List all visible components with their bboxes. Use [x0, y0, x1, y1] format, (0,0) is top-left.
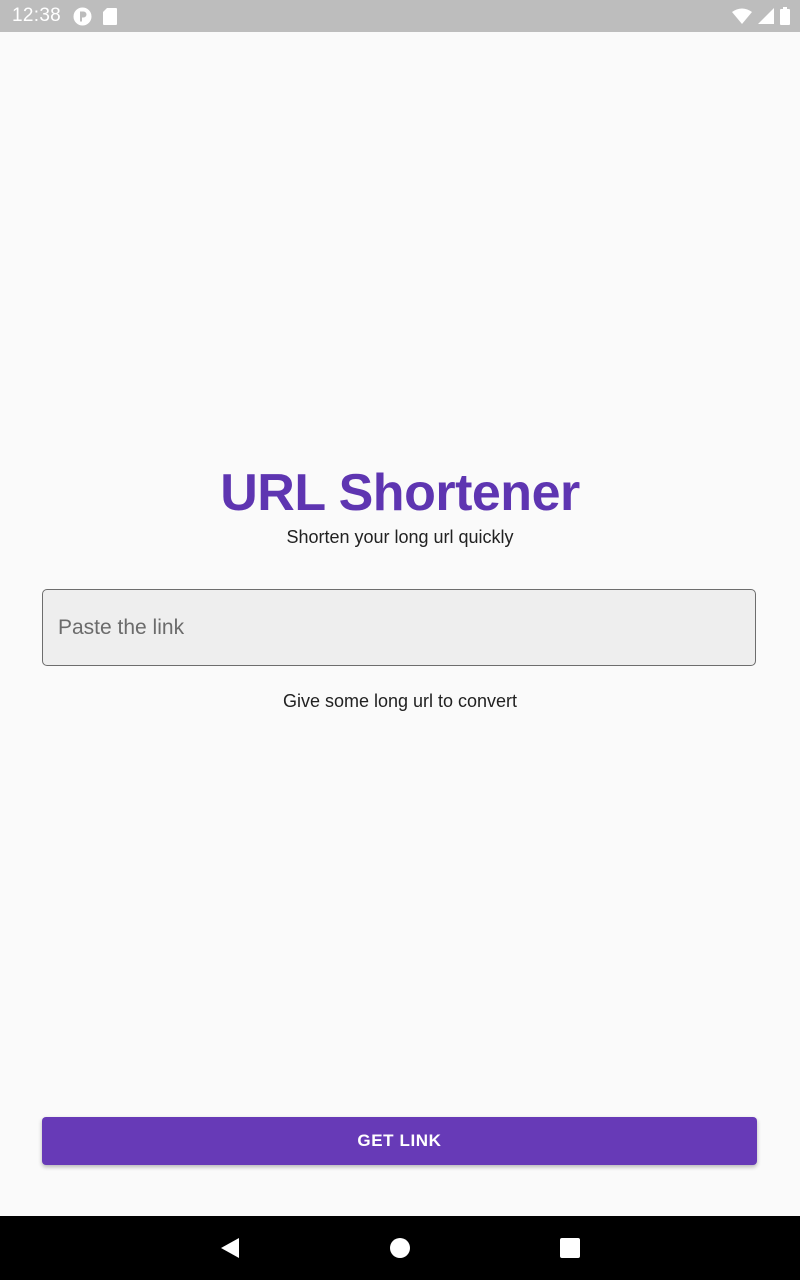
app-title: URL Shortener	[220, 464, 580, 522]
battery-icon	[780, 7, 790, 25]
link-input-field[interactable]	[42, 589, 756, 666]
recents-button[interactable]	[530, 1216, 610, 1280]
notification-app-icon	[73, 7, 92, 26]
cellular-signal-icon	[758, 8, 774, 24]
status-left-icons	[73, 7, 117, 25]
wifi-icon	[732, 8, 752, 24]
status-time: 12:38	[12, 5, 62, 26]
recents-icon	[560, 1238, 580, 1258]
navigation-bar	[0, 1216, 800, 1280]
home-button[interactable]	[360, 1216, 440, 1280]
app-subtitle: Shorten your long url quickly	[286, 527, 514, 547]
get-link-button[interactable]: GET LINK	[42, 1117, 757, 1165]
home-icon	[389, 1237, 411, 1259]
helper-text: Give some long url to convert	[282, 691, 518, 711]
status-right-icons	[732, 6, 790, 26]
sd-card-icon	[103, 7, 117, 25]
back-button[interactable]	[190, 1216, 270, 1280]
status-bar: 12:38	[0, 0, 800, 32]
back-icon	[220, 1237, 240, 1259]
link-input[interactable]	[43, 590, 755, 665]
